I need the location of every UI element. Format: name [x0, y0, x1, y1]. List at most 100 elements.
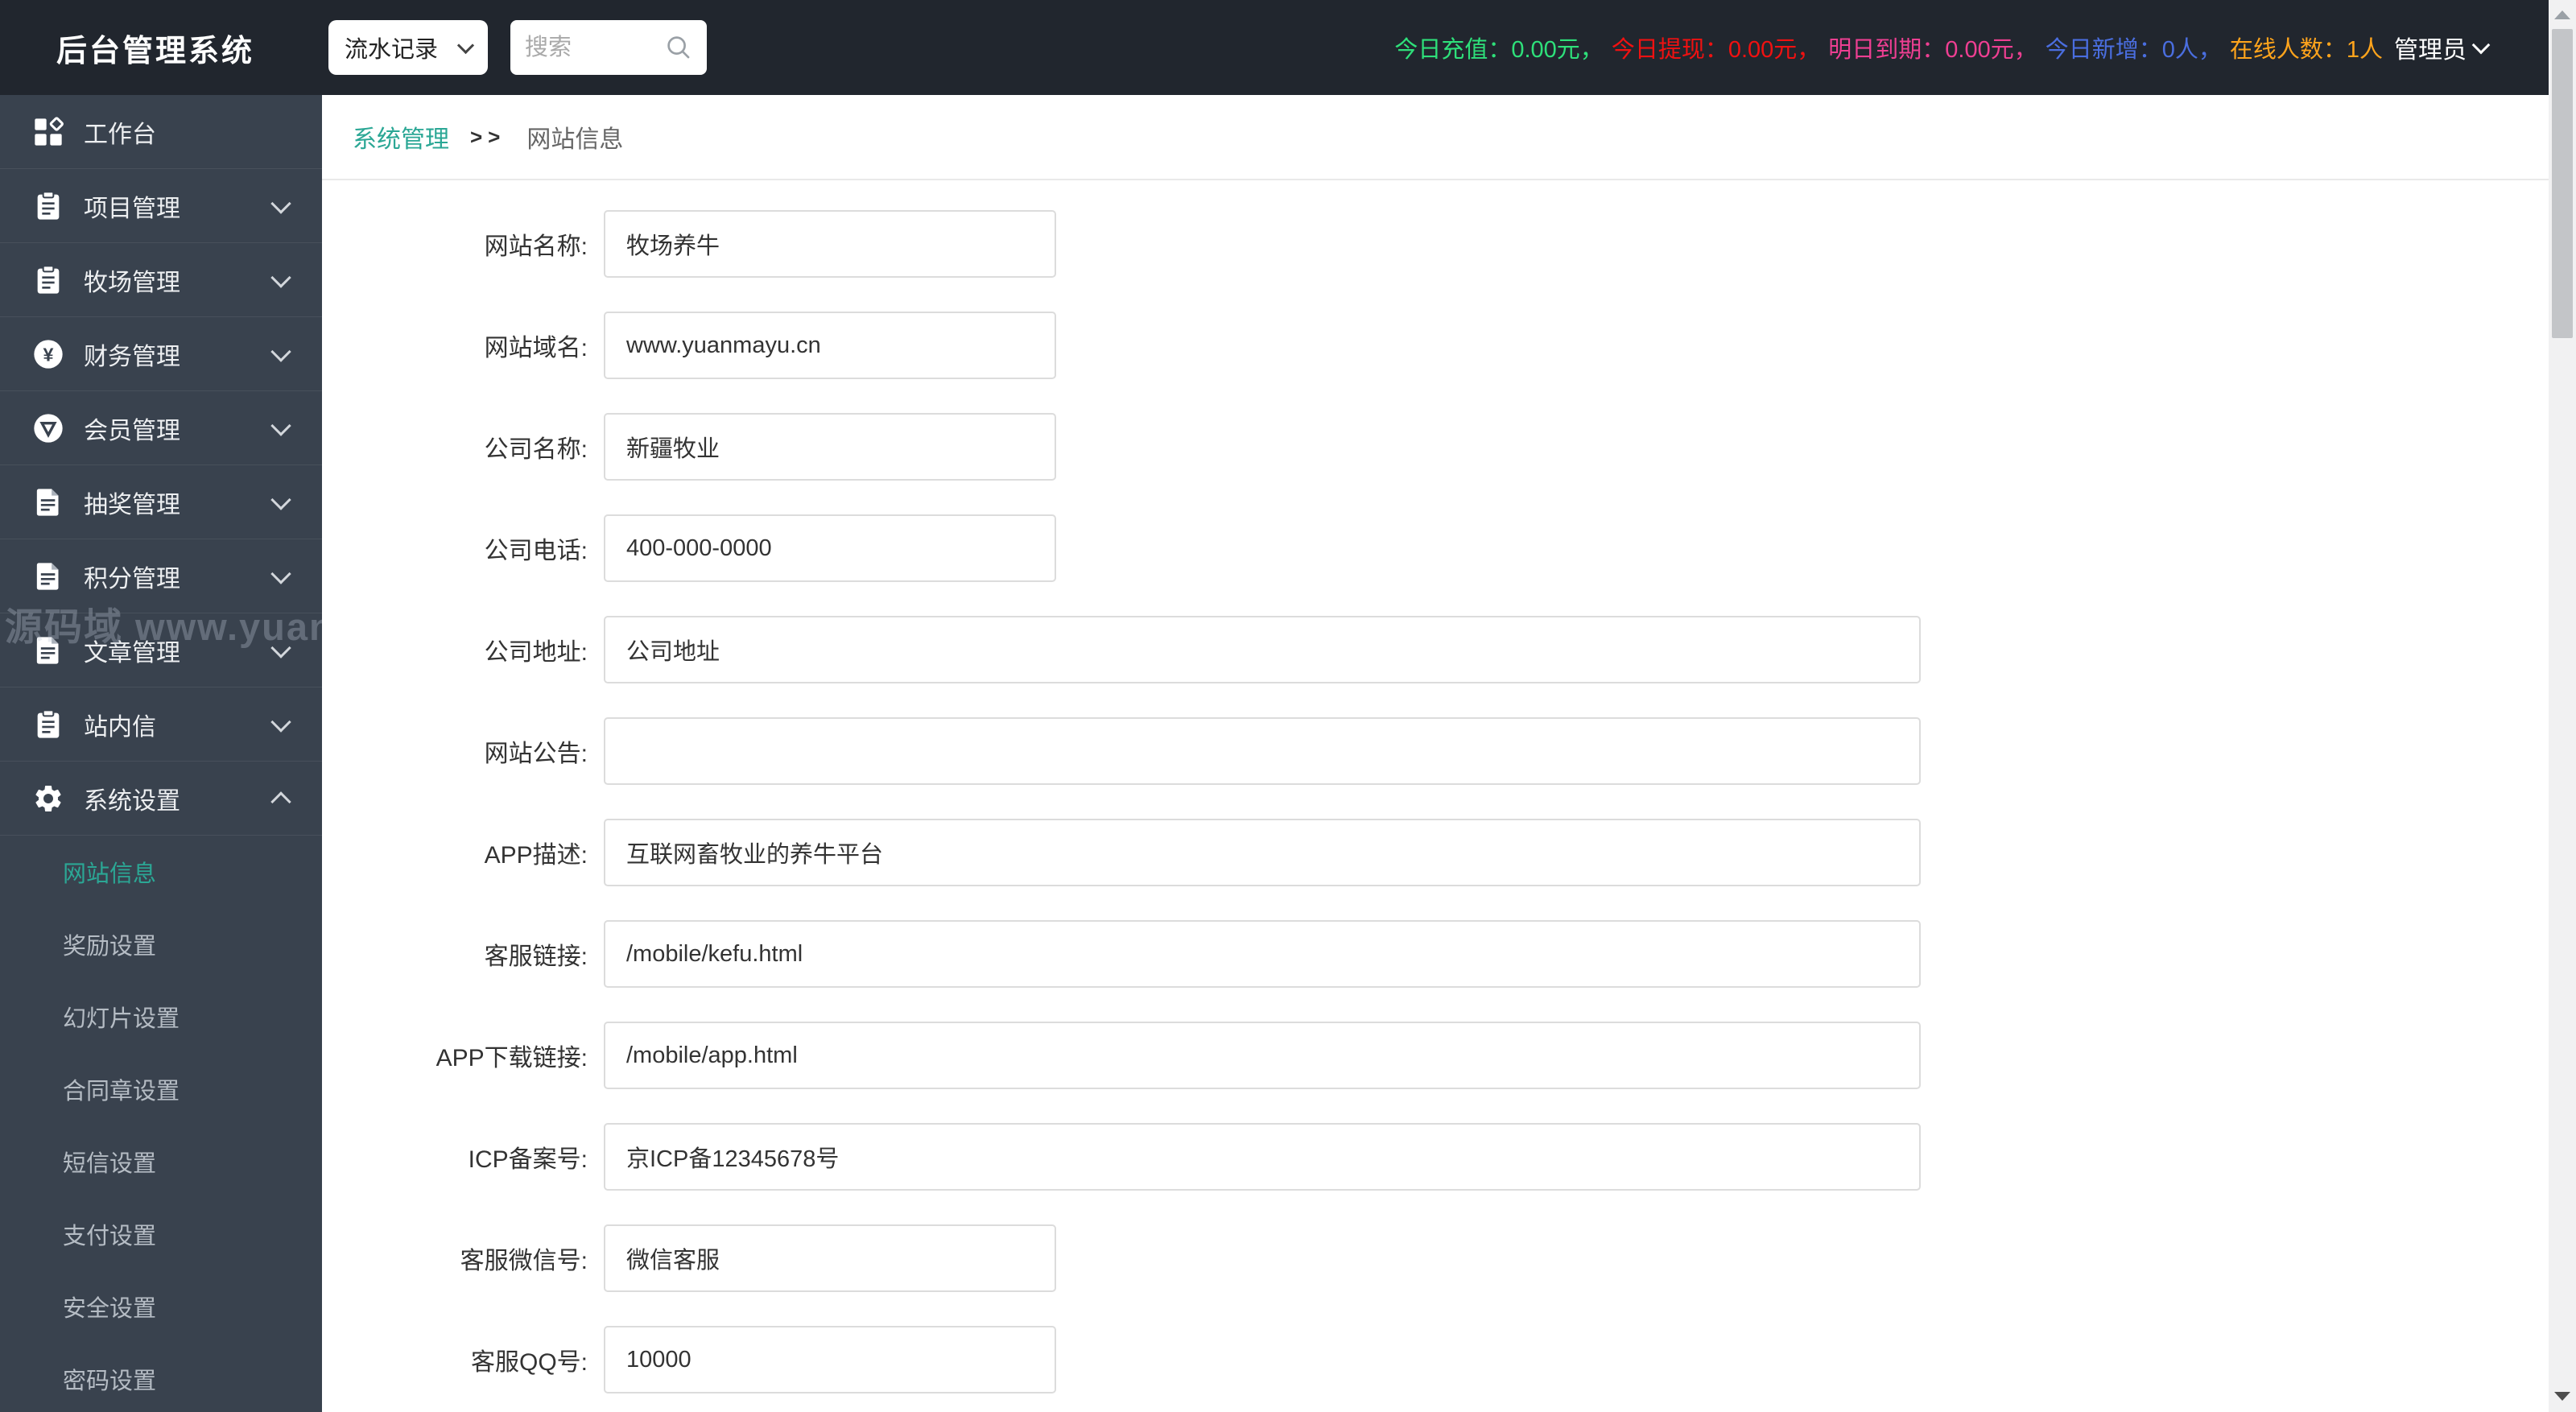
sidebar-subitem-contract-seal-settings[interactable]: 合同章设置	[0, 1053, 322, 1125]
sidebar-item-project-management[interactable]: 项目管理	[0, 169, 322, 243]
sidebar-item-pasture-management[interactable]: 牧场管理	[0, 243, 322, 317]
document-icon	[32, 634, 64, 667]
sidebar-item-member-management[interactable]: 会员管理	[0, 391, 322, 465]
chevron-down-icon	[456, 36, 475, 54]
chevron-down-icon	[270, 266, 291, 288]
sidebar-item-label: 工作台	[84, 121, 156, 148]
chevron-down-icon	[270, 192, 291, 214]
header-stats: 今日充值：0.00元， 今日提现：0.00元， 明日到期：0.00元， 今日新增：0人…	[1386, 31, 2383, 64]
sidebar-item-workbench[interactable]: 工作台	[0, 95, 322, 169]
search-box	[510, 20, 708, 75]
service-qq-input[interactable]	[604, 1326, 1056, 1393]
stat-today-new: 今日新增：0人，	[2045, 37, 2222, 63]
site-name-label: 网站名称:	[484, 233, 588, 260]
service-link-input[interactable]	[604, 920, 1921, 988]
icp-number-input[interactable]	[604, 1123, 1921, 1191]
scrollbar-thumb[interactable]	[2552, 29, 2573, 338]
sidebar-subitem-security-settings[interactable]: 安全设置	[0, 1270, 322, 1343]
header: 后台管理系统 流水记录 今日充值：0.00元， 今日提现：0.00元， 明日到期：0…	[0, 0, 2549, 95]
chevron-down-icon	[2471, 35, 2491, 55]
main-content: 系统管理 >> 网站信息 网站名称:网站域名:公司名称:公司电话:公司地址:网站…	[322, 95, 2549, 1412]
sidebar-item-label: 文章管理	[84, 639, 180, 667]
sidebar-item-label: 项目管理	[84, 195, 180, 222]
form-row-company-address: 公司地址:	[322, 599, 2549, 700]
stat-today-withdraw: 今日提现：0.00元，	[1611, 37, 1821, 63]
service-link-label: 客服链接:	[484, 943, 588, 970]
search-input[interactable]	[523, 33, 664, 62]
sidebar-subitem-sms-settings[interactable]: 短信设置	[0, 1125, 322, 1198]
form-row-site-name: 网站名称:	[322, 193, 2549, 295]
sidebar-item-lottery-management[interactable]: 抽奖管理	[0, 465, 322, 539]
form-row-company-phone: 公司电话:	[322, 498, 2549, 599]
sidebar-item-label: 系统设置	[84, 787, 180, 815]
clipboard-icon	[32, 190, 64, 222]
yen-circle-icon: ¥	[32, 338, 64, 370]
service-wechat-input[interactable]	[604, 1224, 1056, 1292]
form-row-app-download-link: APP下载链接:	[322, 1005, 2549, 1106]
admin-label: 管理员	[2394, 37, 2467, 64]
site-domain-input[interactable]	[604, 312, 1056, 379]
form-row-service-qq: 客服QQ号:	[322, 1309, 2549, 1410]
service-wechat-label: 客服微信号:	[460, 1248, 588, 1274]
sidebar-subitem-payment-settings[interactable]: 支付设置	[0, 1198, 322, 1270]
sidebar-item-label: 站内信	[84, 713, 156, 741]
sidebar-item-points-management[interactable]: 积分管理	[0, 539, 322, 613]
chevron-up-icon	[270, 791, 291, 812]
breadcrumb-section[interactable]: 系统管理	[353, 119, 449, 155]
sidebar-item-label: 会员管理	[84, 417, 180, 444]
scrollbar-up-arrow[interactable]	[2549, 2, 2576, 27]
sidebar-subitem-password-settings[interactable]: 密码设置	[0, 1343, 322, 1412]
dashboard-icon	[32, 116, 64, 148]
company-address-label: 公司地址:	[484, 639, 588, 666]
sidebar-item-label: 牧场管理	[84, 269, 180, 296]
form-row-service-wechat: 客服微信号:	[322, 1208, 2549, 1309]
form-row-company-name: 公司名称:	[322, 396, 2549, 498]
sidebar-item-site-message[interactable]: 站内信	[0, 687, 322, 762]
sidebar-subitem-site-info[interactable]: 网站信息	[0, 836, 322, 908]
clipboard-icon	[32, 264, 64, 296]
sidebar-subitem-slideshow-settings[interactable]: 幻灯片设置	[0, 981, 322, 1053]
sidebar-item-label: 财务管理	[84, 343, 180, 370]
app: 后台管理系统 流水记录 今日充值：0.00元， 今日提现：0.00元， 明日到期：0…	[0, 0, 2576, 1412]
site-domain-label: 网站域名:	[484, 335, 588, 361]
sidebar-item-label: 抽奖管理	[84, 491, 180, 518]
sidebar-item-article-management[interactable]: 文章管理	[0, 613, 322, 687]
form-row-service-link: 客服链接:	[322, 903, 2549, 1005]
breadcrumb-current: 网站信息	[526, 126, 624, 153]
icp-number-label: ICP备案号:	[468, 1146, 588, 1173]
record-type-value: 流水记录	[345, 37, 439, 63]
search-icon[interactable]	[663, 32, 694, 63]
sidebar-item-system-settings[interactable]: 系统设置	[0, 762, 322, 836]
company-name-input[interactable]	[604, 413, 1056, 481]
stat-tomorrow-due: 明日到期：0.00元，	[1828, 37, 2037, 63]
site-announcement-input[interactable]	[604, 717, 1921, 785]
form-row-site-announcement: 网站公告:	[322, 700, 2549, 802]
site-name-input[interactable]	[604, 210, 1056, 278]
app-download-link-input[interactable]	[604, 1022, 1921, 1089]
service-qq-label: 客服QQ号:	[470, 1349, 588, 1376]
submenu-system-settings: 网站信息 奖励设置 幻灯片设置 合同章设置 短信设置 支付设置 安全设置 密码设置	[0, 836, 322, 1412]
app-title: 后台管理系统	[56, 34, 255, 68]
app-description-input[interactable]	[604, 819, 1921, 886]
chevron-down-icon	[270, 637, 291, 659]
chevron-down-icon	[270, 341, 291, 362]
clipboard-icon	[32, 708, 64, 741]
chevron-down-icon	[270, 489, 291, 510]
company-name-label: 公司名称:	[484, 436, 588, 463]
stat-today-recharge: 今日充值：0.00元，	[1394, 37, 1604, 63]
form-row-app-description: APP描述:	[322, 802, 2549, 903]
scrollbar[interactable]	[2549, 0, 2576, 1412]
site-info-form: 网站名称: 网站域名: 公司名称: 公司电话: 公司地址: 网站公告: APP描述: 客服链接…	[322, 180, 2549, 1410]
svg-text:¥: ¥	[43, 344, 54, 365]
company-phone-input[interactable]	[604, 514, 1056, 582]
v-circle-icon	[32, 412, 64, 444]
record-type-select[interactable]: 流水记录	[328, 20, 489, 75]
scrollbar-down-arrow[interactable]	[2549, 1383, 2576, 1409]
sidebar-subitem-reward-settings[interactable]: 奖励设置	[0, 908, 322, 981]
company-address-input[interactable]	[604, 616, 1921, 683]
chevron-down-icon	[270, 415, 291, 436]
sidebar-item-finance-management[interactable]: ¥ 财务管理	[0, 317, 322, 391]
sidebar: 工作台项目管理牧场管理 ¥ 财务管理会员管理抽奖管理积分管理文章管理站内信系统设置网…	[0, 95, 322, 1412]
document-icon	[32, 560, 64, 592]
admin-menu[interactable]: 管理员	[2394, 30, 2491, 65]
